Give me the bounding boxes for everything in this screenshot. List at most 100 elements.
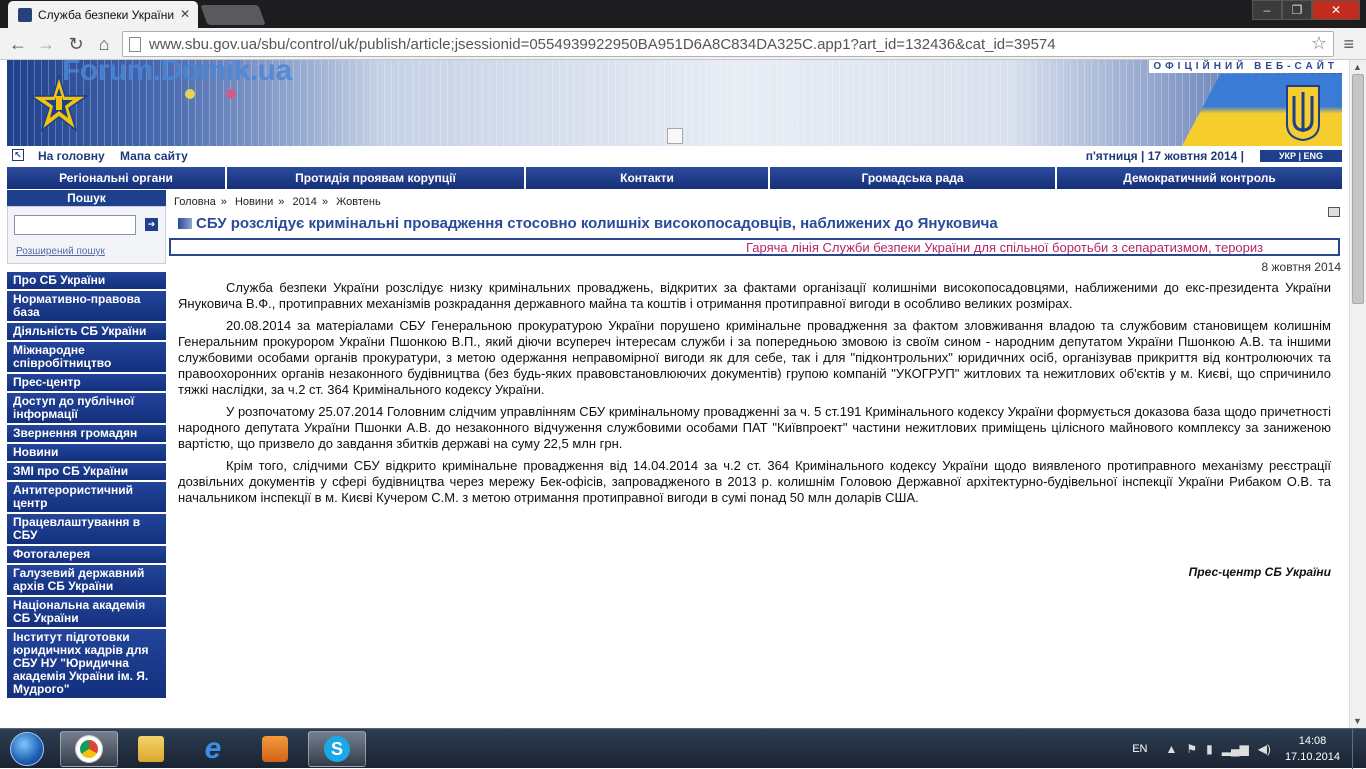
scroll-thumb[interactable]: [1352, 74, 1364, 304]
sidemenu-public-info[interactable]: Доступ до публічної інформації: [7, 393, 166, 425]
url-text: www.sbu.gov.ua/sbu/control/uk/publish/ar…: [149, 36, 1056, 53]
taskbar-chrome[interactable]: [60, 731, 118, 767]
reload-icon[interactable]: ↻: [64, 32, 88, 56]
article-body: Служба безпеки України розслідує низку к…: [178, 280, 1331, 512]
nav-public-council[interactable]: Громадська рада: [770, 167, 1055, 189]
breadcrumb-news[interactable]: Новини: [235, 196, 273, 208]
trident-icon: [1286, 85, 1320, 142]
hotline-ticker[interactable]: Гаряча лінія Служби безпеки України для …: [169, 238, 1340, 256]
network-icon[interactable]: ▂▄▆: [1222, 742, 1249, 756]
page-icon: [129, 37, 141, 52]
yellow-dot-icon: [185, 89, 195, 99]
breadcrumb-home[interactable]: Головна: [174, 196, 216, 208]
browser-toolbar: ← → ↻ ⌂ www.sbu.gov.ua/sbu/control/uk/pu…: [0, 28, 1366, 60]
tray-icons: ▲ ⚑ ▮ ▂▄▆ ◀): [1165, 742, 1270, 756]
show-desktop-button[interactable]: [1352, 729, 1366, 769]
sidemenu-about[interactable]: Про СБ України: [7, 272, 166, 291]
page-scrollbar[interactable]: ▲ ▼: [1349, 60, 1366, 728]
action-center-icon[interactable]: ⚑: [1186, 742, 1197, 756]
nav-democratic-control[interactable]: Демократичний контроль: [1057, 167, 1342, 189]
volume-icon[interactable]: ◀): [1258, 742, 1271, 756]
browser-tab[interactable]: Служба безпеки України ✕: [8, 1, 198, 28]
maximize-button[interactable]: ❐: [1282, 0, 1312, 20]
sidemenu-archive[interactable]: Галузевий державний архів СБ України: [7, 565, 166, 597]
nav-contacts[interactable]: Контакти: [526, 167, 768, 189]
search-go-icon[interactable]: ➔: [145, 218, 158, 231]
article-paragraph: 20.08.2014 за матеріалами СБУ Генерально…: [178, 318, 1331, 397]
broken-image-icon: [667, 128, 683, 144]
address-bar[interactable]: www.sbu.gov.ua/sbu/control/uk/publish/ar…: [122, 31, 1334, 57]
scroll-up-icon[interactable]: ▲: [1353, 62, 1362, 72]
current-date: п'ятниця | 17 жовтня 2014 |: [1085, 149, 1244, 163]
home-icon[interactable]: ⌂: [92, 32, 116, 56]
print-icon[interactable]: [1328, 207, 1340, 217]
tab-title: Служба безпеки України: [38, 7, 175, 22]
ticker-text: Гаряча лінія Служби безпеки України для …: [746, 240, 1264, 255]
taskbar-explorer[interactable]: [122, 731, 180, 767]
article-title: СБУ розслідує кримінальні провадження ст…: [178, 215, 998, 232]
nav-regional-bodies[interactable]: Регіональні органи: [7, 167, 225, 189]
sidemenu-employment[interactable]: Працевлаштування в СБУ: [7, 514, 166, 546]
search-title: Пошук: [7, 190, 166, 206]
system-tray: EN ▲ ⚑ ▮ ▂▄▆ ◀) 14:08 17.10.2014: [1132, 729, 1366, 769]
chrome-menu-icon[interactable]: ≡: [1343, 34, 1354, 55]
side-menu: Про СБ України Нормативно-правова база Д…: [7, 272, 166, 700]
sidemenu-activity[interactable]: Діяльність СБ України: [7, 323, 166, 342]
browser-titlebar: Служба безпеки України ✕ – ❐ ✕: [0, 0, 1366, 28]
clock-time: 14:08: [1298, 735, 1327, 747]
forward-icon[interactable]: →: [34, 32, 58, 56]
sidemenu-antiterror[interactable]: Антитерористичний центр: [7, 482, 166, 514]
tray-clock[interactable]: 14:08 17.10.2014: [1285, 733, 1340, 765]
new-tab-button[interactable]: [200, 5, 266, 25]
windows-logo-icon: [10, 732, 44, 766]
search-panel: ➔ Розширений пошук: [7, 206, 166, 264]
tray-expand-icon[interactable]: ▲: [1165, 742, 1177, 756]
sidemenu-legal-base[interactable]: Нормативно-правова база: [7, 291, 166, 323]
sidemenu-citizen-appeals[interactable]: Звернення громадян: [7, 425, 166, 444]
skype-icon: S: [324, 736, 350, 762]
forum-watermark: Forum.Domik.ua: [62, 60, 292, 87]
sidemenu-academy[interactable]: Національна академія СБ України: [7, 597, 166, 629]
input-language[interactable]: EN: [1132, 743, 1147, 755]
sidemenu-photo-gallery[interactable]: Фотогалерея: [7, 546, 166, 565]
sidemenu-news[interactable]: Новини: [7, 444, 166, 463]
breadcrumb-year[interactable]: 2014: [292, 196, 316, 208]
title-marker-icon: [178, 218, 192, 229]
home-link-icon[interactable]: ↖: [12, 149, 24, 161]
internet-explorer-icon: e: [204, 732, 222, 765]
close-button[interactable]: ✕: [1312, 0, 1360, 20]
nav-anti-corruption[interactable]: Протидія проявам корупції: [227, 167, 524, 189]
sidemenu-law-institute[interactable]: Інститут підготовки юридичних кадрів для…: [7, 629, 166, 700]
taskbar-ie[interactable]: e: [184, 731, 242, 767]
power-icon[interactable]: ▮: [1206, 742, 1213, 756]
taskbar-media-player[interactable]: [246, 731, 304, 767]
breadcrumb-sep: »: [321, 196, 329, 208]
sidemenu-press-center[interactable]: Прес-центр: [7, 374, 166, 393]
scroll-down-icon[interactable]: ▼: [1353, 716, 1362, 726]
official-site-label: ОФІЦІЙНИЙ ВЕБ-САЙТ: [1149, 60, 1342, 73]
sidemenu-international[interactable]: Міжнародне співробітництво: [7, 342, 166, 374]
tab-close-icon[interactable]: ✕: [180, 7, 190, 21]
back-icon[interactable]: ←: [6, 32, 30, 56]
pink-dot-icon: [226, 89, 236, 99]
sidemenu-media[interactable]: ЗМІ про СБ України: [7, 463, 166, 482]
article-paragraph: У розпочатому 25.07.2014 Головним слідчи…: [178, 404, 1331, 451]
breadcrumb: Головна » Новини » 2014 » Жовтень: [174, 196, 381, 208]
taskbar-skype[interactable]: S: [308, 731, 366, 767]
breadcrumb-month[interactable]: Жовтень: [336, 196, 381, 208]
breadcrumb-sep: »: [278, 196, 285, 208]
bookmark-star-icon[interactable]: ☆: [1311, 33, 1327, 54]
language-switch[interactable]: УКР | ENG: [1260, 150, 1342, 162]
home-link[interactable]: На головну: [38, 149, 105, 163]
start-button[interactable]: [2, 730, 52, 768]
advanced-search-link[interactable]: Розширений пошук: [16, 246, 105, 257]
article-title-text: СБУ розслідує кримінальні провадження ст…: [196, 215, 998, 232]
chrome-icon: [76, 736, 102, 762]
breadcrumb-sep: »: [220, 196, 227, 208]
search-input[interactable]: [14, 215, 136, 235]
article-paragraph: Служба безпеки України розслідує низку к…: [178, 280, 1331, 311]
media-player-icon: [262, 736, 288, 762]
article-signature: Прес-центр СБ України: [1188, 565, 1331, 579]
minimize-button[interactable]: –: [1252, 0, 1282, 20]
sitemap-link[interactable]: Мапа сайту: [120, 149, 188, 163]
